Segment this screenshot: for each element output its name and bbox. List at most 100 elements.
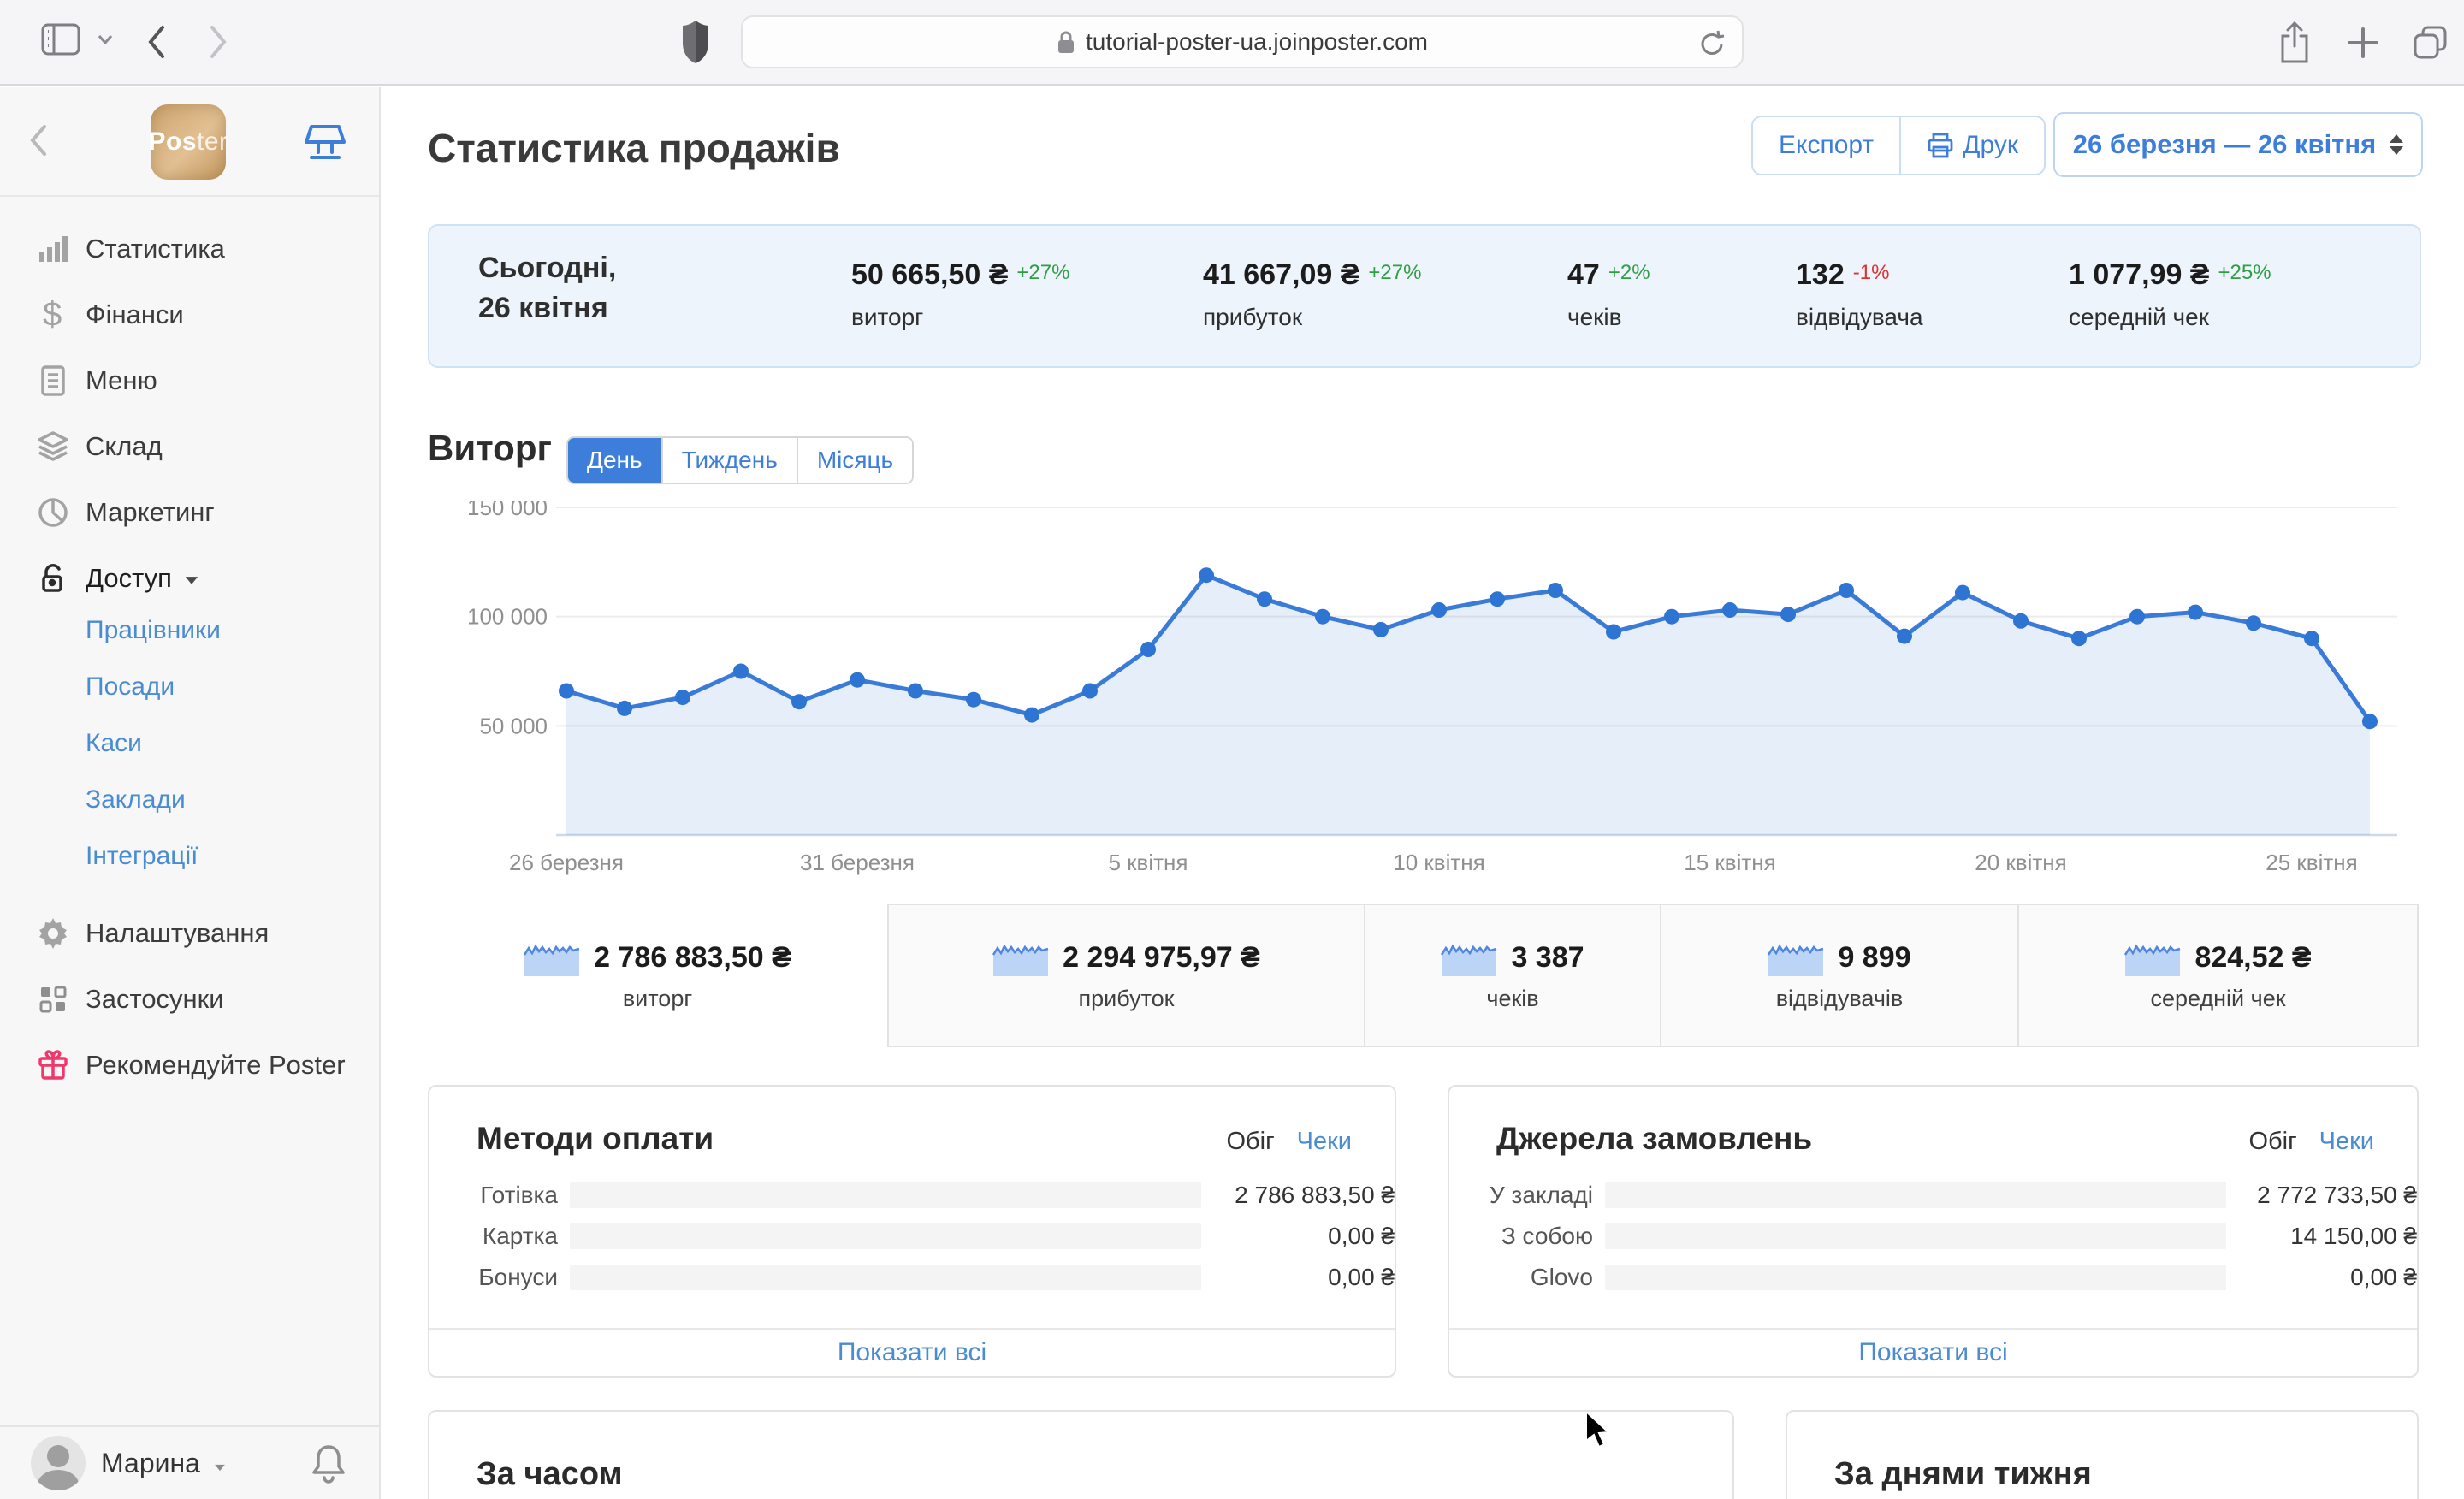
today-stat-checks: 47 +2% чеків — [1567, 258, 1650, 330]
sidebar-item-employees[interactable]: Працівники — [0, 602, 379, 659]
address-bar[interactable]: tutorial-poster-ua.joinposter.com — [741, 15, 1744, 68]
sparkline-icon — [2124, 944, 2181, 976]
card-title: За днями тижня — [1834, 1456, 2092, 1492]
date-range-picker[interactable]: 26 березня — 26 квітня — [2053, 112, 2423, 177]
payment-row-bonus: Бонуси 0,00 ₴ — [478, 1264, 1395, 1290]
apps-grid-icon — [36, 982, 70, 1016]
sidebar-item-registers[interactable]: Каси — [0, 715, 379, 772]
svg-text:10 квітня: 10 квітня — [1393, 850, 1484, 875]
user-menu[interactable]: Марина — [101, 1448, 228, 1479]
sidebar-item-settings[interactable]: Налаштування — [0, 900, 379, 966]
export-button[interactable]: Експорт — [1753, 117, 1899, 174]
revenue-chart[interactable]: 150 000 100 000 50 000 26 березня 31 березня… — [428, 495, 2421, 881]
svg-text:15 квітня: 15 квітня — [1684, 850, 1775, 875]
sparkline-icon — [1768, 944, 1824, 976]
today-stat-visitors: 132 -1% відвідувача — [1796, 258, 1923, 330]
card-title: Методи оплати — [477, 1121, 714, 1156]
refresh-icon[interactable] — [1697, 27, 1727, 66]
svg-text:150 000: 150 000 — [467, 501, 548, 520]
sidebar-item-menu[interactable]: Меню — [0, 347, 379, 413]
new-tab-icon[interactable] — [2346, 26, 2380, 60]
sidebar-item-finance[interactable]: $ Фінанси — [0, 281, 379, 347]
svg-text:31 березня: 31 березня — [800, 850, 915, 875]
pos-terminal-icon[interactable] — [301, 123, 349, 163]
print-button[interactable]: Друк — [1899, 117, 2044, 174]
sidebar-item-access[interactable]: Доступ — [0, 545, 379, 611]
sidebar-item-integrations[interactable]: Інтеграції — [0, 828, 379, 885]
notifications-bell-icon[interactable] — [310, 1443, 347, 1485]
dollar-icon: $ — [43, 295, 62, 333]
svg-text:50 000: 50 000 — [479, 713, 548, 738]
sidebar-item-apps[interactable]: Застосунки — [0, 966, 379, 1032]
payment-row-cash: Готівка 2 786 883,50 ₴ — [480, 1182, 1395, 1208]
export-print-group: Експорт Друк — [1751, 116, 2046, 175]
chevron-down-icon — [185, 577, 198, 584]
sidebar-item-stock[interactable]: Склад — [0, 413, 379, 479]
tab-checks[interactable]: Чеки — [1297, 1128, 1352, 1156]
sidebar: Pos ter Статистика $ Фінанси Меню Склад М… — [0, 87, 381, 1499]
granularity-toggle: День Тиждень Місяць — [566, 436, 915, 484]
sidebar-item-locations[interactable]: Заклади — [0, 772, 379, 828]
tab-turnover[interactable]: Обіг — [1226, 1128, 1274, 1156]
sidebar-item-recommend[interactable]: Рекомендуйте Poster — [0, 1032, 379, 1098]
sidebar-toggle-icon[interactable] — [41, 22, 80, 56]
poster-logo[interactable]: Pos ter — [148, 104, 228, 180]
sidebar-secondary-nav: Налаштування Застосунки Рекомендуйте Pos… — [0, 900, 379, 1098]
summary-cell-visitors[interactable]: 9 899 відвідувачів — [1660, 904, 2017, 1047]
show-all-link[interactable]: Показати всі — [1449, 1328, 2417, 1376]
url-text: tutorial-poster-ua.joinposter.com — [1086, 28, 1428, 55]
summary-cell-profit[interactable]: 2 294 975,97 ₴ прибуток — [887, 904, 1364, 1047]
source-row-inhouse: У закладі 2 772 733,50 ₴ — [1489, 1182, 2417, 1208]
pie-chart-icon — [36, 495, 70, 530]
payment-methods-card: Методи оплати Обіг Чеки Готівка 2 786 88… — [428, 1085, 1396, 1378]
privacy-shield-icon[interactable] — [681, 19, 710, 65]
today-date-label: Сьогодні, 26 квітня — [478, 252, 617, 324]
page-title: Статистика продажів — [428, 126, 840, 170]
summary-cell-avg-check[interactable]: 824,52 ₴ середній чек — [2017, 904, 2419, 1047]
summary-cell-revenue[interactable]: 2 786 883,50 ₴ виторг — [428, 904, 887, 1047]
user-bar: Марина — [0, 1425, 379, 1499]
back-icon[interactable] — [144, 22, 169, 62]
card-title: Джерела замовлень — [1496, 1121, 1813, 1156]
period-summary-row: 2 786 883,50 ₴ виторг 2 294 975,97 ₴ при… — [428, 904, 2421, 1047]
updown-arrows-icon — [2390, 134, 2404, 155]
tab-checks[interactable]: Чеки — [2319, 1128, 2374, 1156]
order-sources-card: Джерела замовлень Обіг Чеки У закладі 2 … — [1448, 1085, 2419, 1378]
summary-cell-checks[interactable]: 3 387 чеків — [1364, 904, 1660, 1047]
svg-text:25 квітня: 25 квітня — [2266, 850, 2357, 875]
revenue-section-title: Виторг — [428, 428, 552, 468]
by-weekday-card: За днями тижня — [1786, 1410, 2419, 1499]
by-time-card: За часом — [428, 1410, 1734, 1499]
toggle-week[interactable]: Тиждень — [660, 438, 797, 483]
svg-text:100 000: 100 000 — [467, 604, 548, 630]
collapse-sidebar-icon[interactable] — [27, 121, 50, 159]
toolbar-chevron-down-icon[interactable] — [96, 33, 115, 46]
document-icon — [36, 364, 70, 398]
source-row-glovo: Glovo 0,00 ₴ — [1530, 1264, 2417, 1290]
today-summary-band: Сьогодні, 26 квітня 50 665,50 ₴ +27% витор… — [428, 224, 2421, 368]
sidebar-item-marketing[interactable]: Маркетинг — [0, 479, 379, 545]
sparkline-icon — [1441, 944, 1497, 976]
tab-turnover[interactable]: Обіг — [2248, 1128, 2296, 1156]
sidebar-header: Pos ter — [0, 87, 379, 197]
bar-chart-icon — [36, 232, 70, 266]
layers-icon — [36, 430, 70, 464]
share-icon[interactable] — [2277, 21, 2312, 65]
unlock-icon — [36, 561, 70, 595]
gift-icon — [36, 1048, 70, 1082]
main-content: Статистика продажів Експорт Друк 26 бере… — [382, 87, 2464, 1499]
toggle-month[interactable]: Місяць — [796, 438, 913, 483]
avatar[interactable] — [31, 1436, 86, 1490]
sidebar-item-positions[interactable]: Посади — [0, 659, 379, 715]
forward-icon[interactable] — [205, 22, 231, 62]
lock-icon — [1058, 31, 1074, 53]
toggle-day[interactable]: День — [568, 438, 661, 483]
tabs-overview-icon[interactable] — [2411, 22, 2450, 62]
payment-row-card: Картка 0,00 ₴ — [482, 1223, 1395, 1249]
show-all-link[interactable]: Показати всі — [429, 1328, 1395, 1376]
sidebar-item-statistics[interactable]: Статистика — [0, 216, 379, 281]
sparkline-icon — [524, 944, 580, 976]
svg-text:26 березня: 26 березня — [509, 850, 624, 875]
sidebar-access-submenu: Працівники Посади Каси Заклади Інтеграці… — [0, 602, 379, 885]
svg-text:5 квітня: 5 квітня — [1109, 850, 1188, 875]
